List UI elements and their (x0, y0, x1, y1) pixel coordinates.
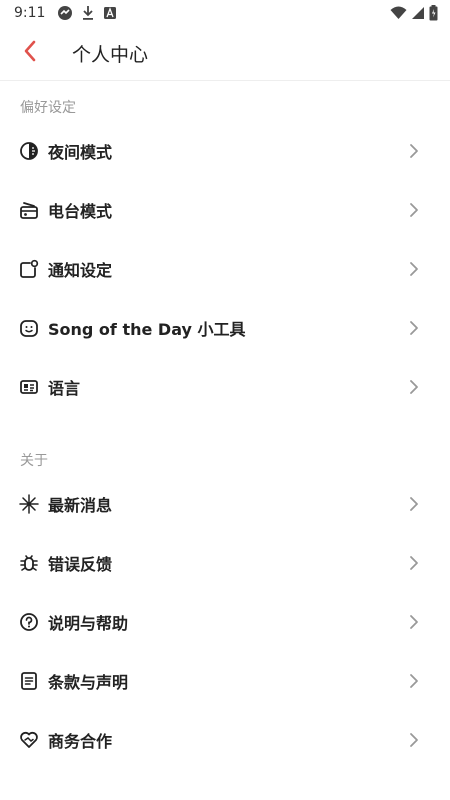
row-label: 说明与帮助 (48, 613, 129, 633)
section-label-about: 关于 (20, 453, 48, 469)
sync-icon (57, 5, 73, 21)
page-title: 个人中心 (72, 43, 149, 66)
chevron-right-icon (408, 554, 420, 572)
status-time: 9:11 (14, 5, 46, 21)
row-label: 夜间模式 (48, 142, 113, 162)
chevron-right-icon (408, 260, 420, 278)
download-icon (81, 5, 95, 21)
row-label: 商务合作 (48, 731, 113, 751)
row-terms[interactable]: 条款与声明 (0, 651, 450, 710)
settings-list: 偏好设定 夜间模式 电台模式 通知设定 Song of the Day 小工具 (0, 81, 450, 769)
document-icon (18, 670, 40, 692)
chevron-right-icon (408, 319, 420, 337)
row-label: Song of the Day 小工具 (48, 319, 246, 339)
row-song-of-the-day-widget[interactable]: Song of the Day 小工具 (0, 298, 450, 357)
chevron-right-icon (408, 613, 420, 631)
row-latest-news[interactable]: 最新消息 (0, 474, 450, 533)
row-label: 语言 (48, 378, 81, 398)
back-button[interactable] (0, 26, 60, 81)
sparkle-icon (18, 493, 40, 515)
row-label: 通知设定 (48, 260, 113, 280)
chevron-right-icon (408, 142, 420, 160)
row-bug-report[interactable]: 错误反馈 (0, 533, 450, 592)
row-business-cooperation[interactable]: 商务合作 (0, 710, 450, 769)
chevron-right-icon (408, 731, 420, 749)
status-bar: 9:11 (0, 0, 450, 26)
chevron-right-icon (408, 672, 420, 690)
wifi-icon (390, 6, 407, 20)
widget-icon (18, 317, 40, 339)
row-label: 最新消息 (48, 495, 113, 515)
chevron-right-icon (408, 201, 420, 219)
battery-icon (429, 5, 438, 21)
row-label: 电台模式 (48, 201, 113, 221)
help-icon (18, 611, 40, 633)
chevron-right-icon (408, 378, 420, 396)
status-left: 9:11 (14, 5, 117, 21)
font-a-icon (103, 6, 117, 20)
radio-icon (18, 199, 40, 221)
language-icon (18, 376, 40, 398)
status-right (390, 5, 438, 21)
row-dark-mode[interactable]: 夜间模式 (0, 121, 450, 180)
signal-icon (411, 6, 425, 20)
chevron-right-icon (408, 495, 420, 513)
row-label: 错误反馈 (48, 554, 113, 574)
bug-icon (18, 552, 40, 574)
row-notification-settings[interactable]: 通知设定 (0, 239, 450, 298)
handshake-icon (18, 729, 40, 751)
notification-icon (18, 258, 40, 280)
dark-mode-icon (18, 140, 40, 162)
row-language[interactable]: 语言 (0, 357, 450, 416)
row-label: 条款与声明 (48, 672, 129, 692)
header: 个人中心 (0, 26, 450, 81)
row-radio-mode[interactable]: 电台模式 (0, 180, 450, 239)
section-label-preferences: 偏好设定 (20, 100, 76, 116)
chevron-left-icon (23, 40, 37, 66)
row-help[interactable]: 说明与帮助 (0, 592, 450, 651)
